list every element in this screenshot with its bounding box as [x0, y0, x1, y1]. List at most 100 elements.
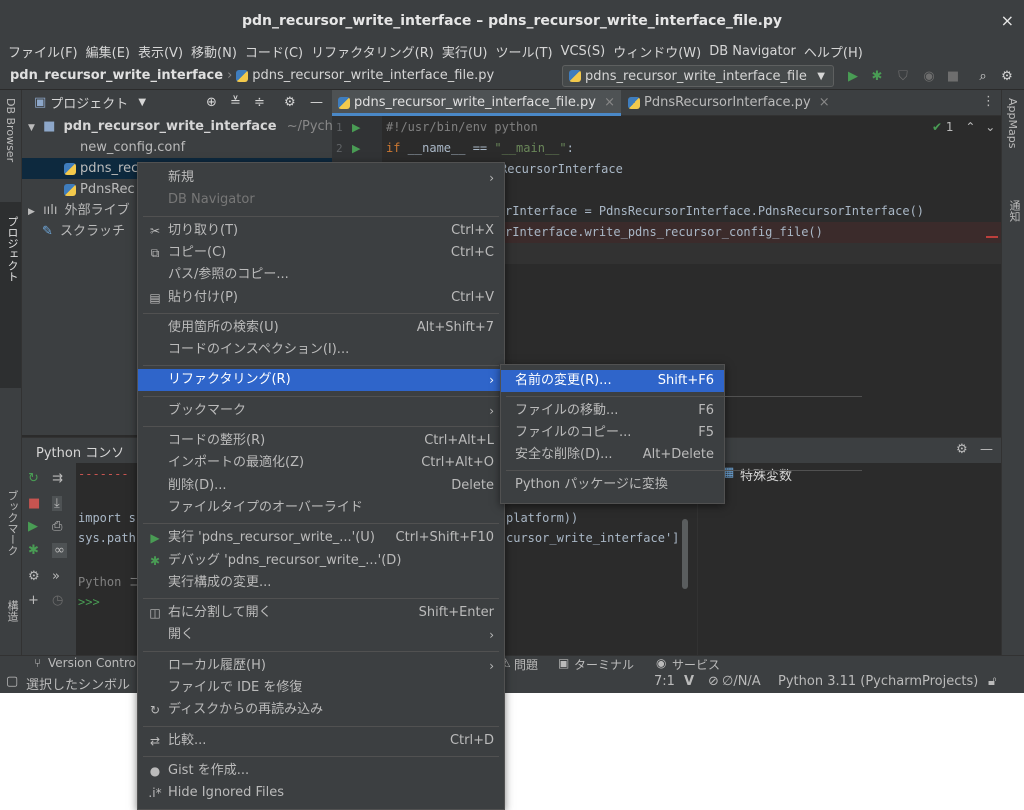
interpreter-status[interactable]: Python 3.11 (PycharmProjects) — [778, 674, 978, 689]
menu-item[interactable]: ⇄ 比較... Ctrl+D — [138, 730, 504, 752]
menu-item[interactable]: 新規 › — [138, 167, 504, 189]
lock-icon[interactable]: 🔓︎ — [988, 674, 996, 689]
menu-item[interactable]: Python パッケージに変換 — [501, 474, 724, 496]
hide-icon[interactable]: — — [310, 95, 323, 110]
bookmarks-tab[interactable]: ブックマーク — [4, 490, 20, 556]
menu-item[interactable]: ◫ 右に分割して開く Shift+Enter — [138, 602, 504, 624]
menu-item[interactable]: コード(C) — [241, 42, 307, 61]
menu-item[interactable]: ヘルプ(H) — [800, 42, 867, 61]
tree-item-new-config[interactable]: new_config.conf — [22, 137, 332, 158]
notifications-tab[interactable]: 通知 — [1006, 200, 1022, 222]
menu-item[interactable]: ファイルタイプのオーバーライド — [138, 497, 504, 519]
vcs-status-icon[interactable]: V — [684, 674, 694, 689]
special-variables[interactable]: 特殊変数 — [740, 465, 792, 484]
coverage-icon[interactable]: ⛉ — [894, 67, 912, 85]
gear-icon[interactable]: ⚙ — [998, 67, 1016, 85]
db-browser-tab[interactable]: DB Browser — [4, 98, 17, 162]
execute-icon[interactable]: ▶ — [28, 519, 38, 534]
menu-item[interactable]: ファイルのコピー... F5 — [501, 422, 724, 444]
add-icon[interactable]: + — [28, 593, 39, 608]
settings-icon[interactable]: ⚙ — [28, 569, 40, 584]
clock-icon[interactable]: ◷ — [52, 593, 63, 608]
tab-version-control[interactable]: Version Control — [48, 656, 139, 670]
tab-pdns-recursor-interface[interactable]: PdnsRecursorInterface.py × — [622, 90, 836, 116]
menu-item[interactable]: 安全な削除(D)... Alt+Delete — [501, 444, 724, 466]
menu-item[interactable]: リファクタリング(R) › — [138, 369, 504, 392]
collapse-all-icon[interactable]: ≑ — [254, 95, 265, 110]
code-line-3[interactable]: RecursorInterface — [500, 159, 623, 180]
soft-wrap-icon[interactable]: ⇉ — [52, 471, 63, 486]
close-window-button[interactable]: × — [1001, 0, 1014, 42]
menu-item[interactable]: ● Gist を作成... — [138, 760, 504, 782]
code-line-2[interactable]: if __name__ == "__main__": — [386, 138, 574, 159]
menu-item[interactable]: DB Navigator — [705, 44, 800, 59]
print-icon[interactable]: ⎙ — [52, 519, 62, 534]
menu-item[interactable]: 実行構成の変更... — [138, 572, 504, 594]
menu-item[interactable]: 編集(E) — [82, 42, 134, 61]
menu-item[interactable]: ブックマーク › — [138, 400, 504, 422]
menu-item[interactable]: 移動(N) — [187, 42, 241, 61]
menu-item[interactable]: ⧉ コピー(C) Ctrl+C — [138, 242, 504, 264]
stop-icon[interactable]: ■ — [944, 67, 962, 85]
more-tabs-icon[interactable]: ⋮ — [982, 94, 995, 109]
close-tab-icon[interactable]: × — [604, 95, 615, 110]
menu-item[interactable]: VCS(S) — [557, 44, 610, 59]
menu-item[interactable]: 使用箇所の検索(U) Alt+Shift+7 — [138, 317, 504, 339]
debug-icon[interactable]: ✱ — [868, 67, 886, 85]
menu-item[interactable]: 名前の変更(R)... Shift+F6 — [501, 370, 724, 392]
caret-position[interactable]: 7:1 — [654, 674, 675, 689]
chevron-down-icon[interactable]: ⌄ — [985, 120, 995, 134]
locate-icon[interactable]: ⊕ — [206, 95, 217, 110]
expand-all-icon[interactable]: ≚ — [230, 95, 241, 110]
menu-item[interactable]: ローカル履歴(H) › — [138, 655, 504, 677]
menu-item[interactable]: ファイルで IDE を修復 — [138, 677, 504, 699]
menu-item[interactable]: コードの整形(R) Ctrl+Alt+L — [138, 430, 504, 452]
menu-item[interactable]: パス/参照のコピー... — [138, 264, 504, 286]
menu-item[interactable]: インポートの最適化(Z) Ctrl+Alt+O — [138, 452, 504, 474]
encoding-status[interactable]: ∅/N/A — [722, 674, 761, 689]
menu-item[interactable]: ▶ 実行 'pdns_recursor_write_...'(U) Ctrl+Shi… — [138, 527, 504, 549]
menu-item[interactable]: ファイルの移動... F6 — [501, 400, 724, 422]
code-line-6[interactable]: rInterface.write_pdns_recursor_config_fi… — [505, 222, 823, 243]
breadcrumb-project[interactable]: pdn_recursor_write_interface — [10, 68, 223, 83]
appmaps-tab[interactable]: AppMaps — [1006, 98, 1019, 148]
run-configuration-select[interactable]: pdns_recursor_write_interface_file ▼ — [562, 65, 834, 87]
run-gutter-icon[interactable]: ▶ — [352, 138, 360, 159]
menu-item[interactable]: ✂ 切り取り(T) Ctrl+X — [138, 220, 504, 242]
run-icon[interactable]: ▶ — [844, 67, 862, 85]
code-line-5[interactable]: rInterface = PdnsRecursorInterface.PdnsR… — [505, 201, 924, 222]
chevron-down-icon[interactable]: ▼ — [138, 97, 146, 108]
menu-item[interactable]: リファクタリング(R) — [307, 42, 438, 61]
project-panel-title[interactable]: プロジェクト — [50, 93, 128, 112]
tree-item-root[interactable]: ▼ ■ pdn_recursor_write_interface ~/Pycha… — [22, 116, 346, 137]
menu-item[interactable]: ツール(T) — [491, 42, 556, 61]
history-icon[interactable]: » — [52, 569, 60, 584]
menu-item[interactable]: ↻ ディスクからの再読み込み — [138, 699, 504, 721]
menu-item[interactable]: ファイル(F) — [4, 42, 82, 61]
search-icon[interactable]: ⌕ — [974, 67, 992, 85]
show-variables-icon[interactable]: ∞ — [52, 543, 67, 558]
chevron-up-icon[interactable]: ⌃ — [965, 120, 975, 134]
structure-tab[interactable]: 構造 — [4, 600, 20, 622]
rerun-icon[interactable]: ↻ — [28, 471, 39, 486]
status-panel-icon[interactable]: ▢ — [6, 674, 18, 689]
hide-icon[interactable]: — — [980, 442, 993, 457]
stop-icon[interactable]: ■ — [28, 496, 40, 511]
gear-icon[interactable]: ⚙ — [956, 442, 968, 457]
debug-icon[interactable]: ✱ — [28, 543, 39, 558]
menu-item[interactable]: ウィンドウ(W) — [609, 42, 705, 61]
menu-item[interactable]: 表示(V) — [134, 42, 187, 61]
profile-icon[interactable]: ◉ — [920, 67, 938, 85]
console-scrollbar[interactable] — [682, 519, 688, 589]
menu-item[interactable]: 削除(D)... Delete — [138, 475, 504, 497]
menu-item[interactable]: 開く › — [138, 624, 504, 646]
menu-item[interactable]: 実行(U) — [438, 42, 492, 61]
close-tab-icon[interactable]: × — [819, 95, 830, 110]
code-line-1[interactable]: #!/usr/bin/env python — [386, 117, 538, 138]
scroll-end-icon[interactable]: ⤓ — [52, 496, 62, 511]
run-gutter-icon[interactable]: ▶ — [352, 117, 360, 138]
menu-item[interactable]: ✱ デバッグ 'pdns_recursor_write_...'(D) — [138, 550, 504, 572]
tab-pdns-recursor-write-interface-file[interactable]: pdns_recursor_write_interface_file.py × — [332, 90, 621, 116]
gear-icon[interactable]: ⚙ — [284, 95, 296, 110]
inspection-widget[interactable]: ✔ 1 ⌃ ⌄ — [932, 120, 995, 134]
